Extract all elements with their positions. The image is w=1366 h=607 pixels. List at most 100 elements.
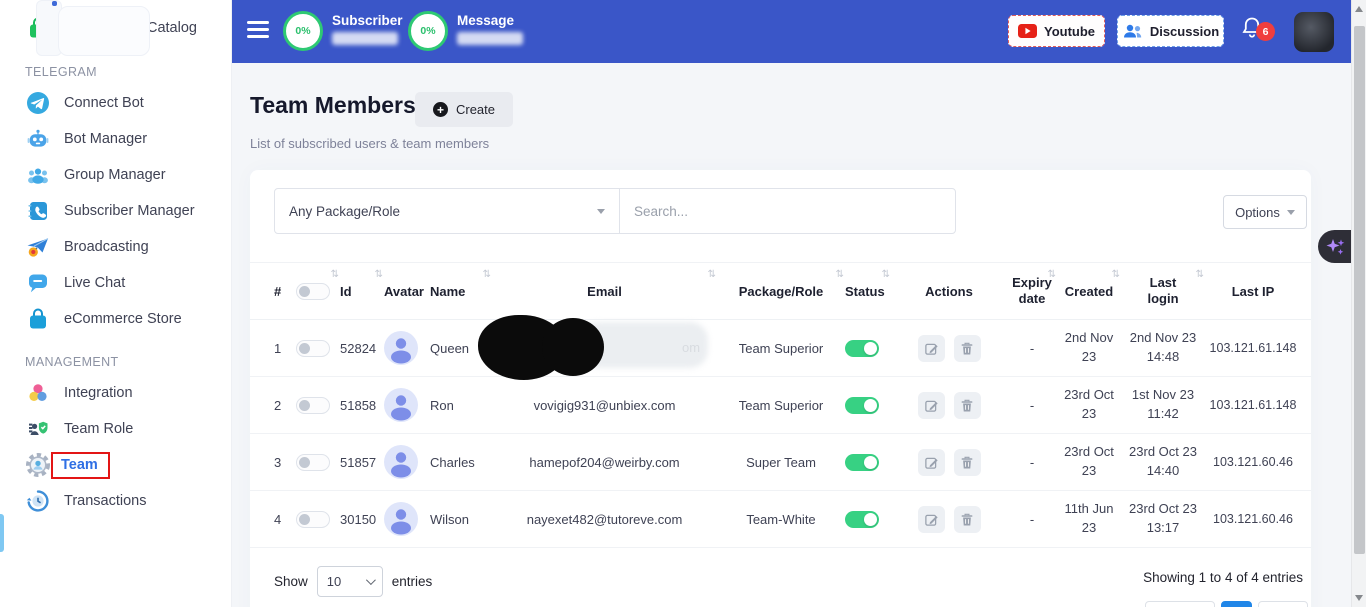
member-package: Team Superior bbox=[717, 398, 845, 413]
sidebar-item-transactions[interactable]: Transactions bbox=[0, 483, 231, 519]
last-ip: 103.121.61.148 bbox=[1205, 398, 1301, 412]
chevron-down-icon bbox=[1287, 210, 1295, 215]
column-header-expiry-date[interactable]: Expiry date⇅ bbox=[1007, 263, 1057, 319]
sidebar-item-label: Bot Manager bbox=[64, 131, 147, 147]
sort-icon[interactable]: ⇅ bbox=[882, 269, 890, 280]
create-button[interactable]: + Create bbox=[415, 92, 513, 127]
scroll-up-arrow-icon[interactable] bbox=[1355, 6, 1363, 12]
delete-button[interactable] bbox=[954, 506, 981, 533]
expiry-date: - bbox=[1007, 341, 1057, 356]
sort-icon[interactable]: ⇅ bbox=[331, 269, 339, 280]
message-stat: 0% Message bbox=[408, 11, 523, 51]
edit-pencil-icon bbox=[924, 398, 939, 413]
logo-dot bbox=[52, 1, 57, 6]
trash-icon bbox=[960, 341, 974, 356]
member-email: nayexet482@tutoreve.com bbox=[492, 512, 717, 527]
scroll-down-arrow-icon[interactable] bbox=[1355, 595, 1363, 601]
edit-button[interactable] bbox=[918, 392, 945, 419]
message-label: Message bbox=[457, 13, 523, 28]
column-header-created[interactable]: Created⇅ bbox=[1057, 263, 1121, 319]
row-select-toggle[interactable] bbox=[296, 511, 330, 528]
member-id: 51857 bbox=[340, 455, 384, 470]
sort-icon[interactable]: ⇅ bbox=[483, 269, 491, 280]
status-toggle[interactable] bbox=[845, 511, 879, 528]
column-header-avatar: Avatar bbox=[384, 263, 430, 319]
discussion-button[interactable]: Discussion bbox=[1117, 15, 1224, 47]
notifications-bell[interactable]: 6 bbox=[1240, 15, 1276, 51]
logo-shape bbox=[58, 6, 150, 56]
edit-button[interactable] bbox=[918, 449, 945, 476]
id-badge-shield-icon bbox=[25, 416, 51, 442]
sidebar-item-team[interactable]: Team bbox=[0, 447, 231, 483]
column-header-last-login[interactable]: Last login⇅ bbox=[1121, 263, 1205, 319]
sidebar-item-broadcasting[interactable]: Broadcasting bbox=[0, 229, 231, 265]
column-header-email[interactable]: Email⇅ bbox=[492, 263, 717, 319]
delete-button[interactable] bbox=[954, 392, 981, 419]
ai-assistant-fab[interactable] bbox=[1318, 230, 1351, 263]
package-role-selected-value: Any Package/Role bbox=[289, 204, 400, 219]
subscriber-label: Subscriber bbox=[332, 13, 403, 28]
member-id: 52824 bbox=[340, 341, 384, 356]
user-avatar[interactable] bbox=[1294, 12, 1334, 52]
youtube-button[interactable]: Youtube bbox=[1008, 15, 1105, 47]
sort-icon[interactable]: ⇅ bbox=[708, 269, 716, 280]
sidebar-item-ecommerce-store[interactable]: eCommerce Store bbox=[0, 301, 231, 337]
sort-icon[interactable]: ⇅ bbox=[1048, 269, 1056, 280]
pagination-previous-button[interactable] bbox=[1145, 601, 1215, 607]
row-select-toggle[interactable] bbox=[296, 454, 330, 471]
page-size-select[interactable]: 10 bbox=[317, 566, 383, 597]
member-name: Ron bbox=[430, 398, 492, 413]
sidebar-item-label: Integration bbox=[64, 385, 133, 401]
column-header-status[interactable]: Status⇅ bbox=[845, 263, 891, 319]
paper-plane-badge-icon bbox=[25, 234, 51, 260]
column-header-actions: Actions bbox=[891, 263, 1007, 319]
search-input[interactable] bbox=[619, 188, 956, 234]
sort-icon[interactable]: ⇅ bbox=[1112, 269, 1120, 280]
options-button[interactable]: Options bbox=[1223, 195, 1307, 229]
column-header-package-role[interactable]: Package/Role⇅ bbox=[717, 263, 845, 319]
status-toggle[interactable] bbox=[845, 454, 879, 471]
sidebar-item-bot-manager[interactable]: Bot Manager bbox=[0, 121, 231, 157]
member-avatar bbox=[384, 388, 430, 422]
chevron-down-icon bbox=[597, 209, 605, 214]
shopping-bag-blue-icon bbox=[25, 306, 51, 332]
vertical-scrollbar[interactable] bbox=[1351, 0, 1366, 607]
member-package: Team Superior bbox=[717, 341, 845, 356]
pagination-next-button[interactable] bbox=[1258, 601, 1308, 607]
hamburger-menu-icon[interactable] bbox=[247, 21, 269, 41]
sidebar-item-team-role[interactable]: Team Role bbox=[0, 411, 231, 447]
column-header-num[interactable]: # bbox=[274, 263, 296, 319]
main-content: Team Members + Create List of subscribed… bbox=[232, 63, 1351, 607]
column-header-name[interactable]: Name⇅ bbox=[430, 263, 492, 319]
delete-button[interactable] bbox=[954, 335, 981, 362]
sidebar-item-subscriber-manager[interactable]: Subscriber Manager bbox=[0, 193, 231, 229]
member-email: hamepof204@weirby.com bbox=[492, 455, 717, 470]
annotation-red-box: Team bbox=[51, 452, 110, 479]
sidebar-item-group-manager[interactable]: Group Manager bbox=[0, 157, 231, 193]
pagination-current-page-button[interactable] bbox=[1221, 601, 1252, 607]
sidebar-item-live-chat[interactable]: Live Chat bbox=[0, 265, 231, 301]
row-select-toggle[interactable] bbox=[296, 397, 330, 414]
sort-icon[interactable]: ⇅ bbox=[1196, 269, 1204, 280]
row-select-toggle[interactable] bbox=[296, 340, 330, 357]
edit-button[interactable] bbox=[918, 335, 945, 362]
sidebar-item-label: Transactions bbox=[64, 493, 146, 509]
package-role-select[interactable]: Any Package/Role bbox=[274, 188, 620, 234]
topbar: 0% Subscriber 0% Message Youtube Discuss… bbox=[232, 0, 1351, 63]
sidebar-item-integration[interactable]: Integration bbox=[0, 375, 231, 411]
sort-icon[interactable]: ⇅ bbox=[375, 269, 383, 280]
column-header-id[interactable]: Id⇅ bbox=[340, 263, 384, 319]
sidebar-item-connect-bot[interactable]: Connect Bot bbox=[0, 85, 231, 121]
page-size-value: 10 bbox=[327, 574, 341, 589]
edit-button[interactable] bbox=[918, 506, 945, 533]
status-toggle[interactable] bbox=[845, 397, 879, 414]
status-toggle[interactable] bbox=[845, 340, 879, 357]
delete-button[interactable] bbox=[954, 449, 981, 476]
sort-icon[interactable]: ⇅ bbox=[836, 269, 844, 280]
person-avatar-icon bbox=[384, 388, 418, 422]
select-all-toggle[interactable] bbox=[296, 283, 330, 300]
scrollbar-thumb[interactable] bbox=[1354, 26, 1365, 554]
edit-pencil-icon bbox=[924, 341, 939, 356]
row-number: 2 bbox=[274, 398, 296, 413]
chevron-down-icon bbox=[366, 575, 376, 585]
